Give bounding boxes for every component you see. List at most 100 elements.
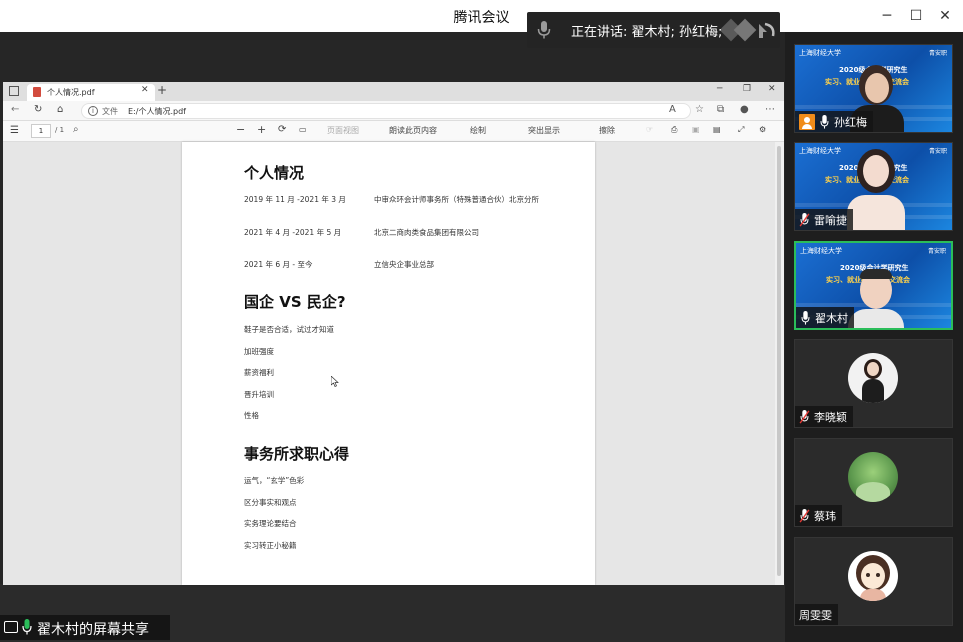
refresh-icon[interactable]: ↻ [34, 104, 42, 115]
print-icon[interactable]: ⎙ [671, 125, 677, 135]
participant-tile[interactable]: 上海财经大学 青安职 2020级会计学研究生 实习、就业经验分享交流会 雷喻捷 [794, 142, 953, 231]
scrollbar[interactable] [775, 142, 784, 585]
expand-icon[interactable]: ⤢ [738, 125, 744, 135]
rotate-icon[interactable]: ⟳ [278, 124, 286, 135]
experience-period: 2021 年 4 月 -2021 年 5 月 [244, 228, 342, 237]
section-title: 事务所求职心得 [244, 445, 350, 463]
experience-org: 北京二商肉类食品集团有限公司 [374, 228, 479, 237]
section-title: 国企 VS 民企? [244, 293, 346, 311]
pdf-page: 个人情况 2019 年 11 月 -2021 年 3 月 中审众环会计师事务所（… [182, 142, 595, 585]
back-icon[interactable]: ← [11, 104, 19, 115]
participant-name: 翟木村 [815, 311, 848, 325]
list-item: 运气，“玄学”色彩 [244, 476, 305, 485]
participant-tile[interactable]: 蔡玮 [794, 438, 953, 527]
url-text: E:/个人情况.pdf [128, 107, 186, 116]
favorite-icon[interactable]: ☆ [695, 104, 704, 115]
pdf-viewer: 个人情况 2019 年 11 月 -2021 年 3 月 中审众环会计师事务所（… [3, 142, 775, 585]
screen-share-icon [4, 621, 18, 633]
tab-title: 个人情况.pdf [47, 88, 95, 97]
settings-icon[interactable]: ⚙ [759, 125, 766, 134]
collections-icon[interactable]: ⧉ [717, 104, 724, 115]
read-aloud-button[interactable]: 朗读此页内容 [389, 125, 437, 136]
list-item: 实务理论要结合 [244, 519, 297, 528]
save-icon[interactable]: ▤ [713, 125, 721, 134]
participant-tile[interactable]: 李晓颖 [794, 339, 953, 428]
list-item: 实习转正小秘籍 [244, 541, 297, 550]
list-item: 区分事实和观点 [244, 498, 297, 507]
participant-name-tag: 翟木村 [796, 307, 854, 328]
page-total: / 1 [55, 126, 65, 134]
screen-share-label: 翟木村的屏幕共享 [0, 615, 170, 640]
participant-tile-active[interactable]: 上海财经大学 青安职 2020级会计学研究生 实习、就业经验分享交流会 翟木村 [794, 241, 953, 330]
window-menu-icon[interactable] [9, 86, 19, 96]
contents-icon[interactable]: ☰ [10, 125, 19, 136]
participant-name-tag: 孙红梅 [795, 111, 873, 132]
participants-panel: 上海财经大学 青安职 2020级会计学研究生 实习、就业经验分享交流会 孙红梅 [785, 32, 963, 642]
microphone-muted-icon [799, 508, 810, 523]
list-item: 晋升培训 [244, 390, 274, 399]
list-item: 性格 [244, 411, 259, 420]
draw-button[interactable]: 绘制 [470, 125, 486, 136]
experience-org: 立信央企事业总部 [374, 260, 434, 269]
page-view-button[interactable]: 页面视图 [327, 125, 359, 136]
browser-tab[interactable]: 个人情况.pdf ✕ [27, 84, 155, 101]
participant-name-tag: 雷喻捷 [795, 209, 853, 230]
banner-logo-right: 青安职 [928, 148, 947, 155]
scroll-thumb[interactable] [777, 146, 781, 576]
fit-page-icon[interactable]: ▭ [299, 125, 307, 134]
info-icon[interactable]: i [88, 106, 98, 116]
participant-tile[interactable]: 上海财经大学 青安职 2020级会计学研究生 实习、就业经验分享交流会 孙红梅 [794, 44, 953, 133]
microphone-icon [820, 114, 829, 129]
page-number-input[interactable]: 1 [31, 124, 51, 138]
maximize-button[interactable]: ☐ [905, 5, 927, 27]
title-bar: 腾讯会议 ─ ☐ ✕ [0, 0, 963, 32]
banner-logo-left: 上海财经大学 [799, 147, 841, 155]
pdf-toolbar: ☰ 1 / 1 ⌕ − + ⟳ ▭ 页面视图 朗读此页内容 绘制 突出显示 擦除… [3, 121, 784, 142]
pdf-file-icon [33, 87, 41, 97]
microphone-icon [22, 619, 32, 635]
address-bar: ← ↻ ⌂ i 文件 E:/个人情况.pdf A ☆ ⧉ ● ⋯ [3, 101, 784, 121]
list-item: 加班强度 [244, 347, 274, 356]
participant-name: 蔡玮 [814, 509, 836, 523]
home-icon[interactable]: ⌂ [57, 104, 63, 115]
browser-minimize-icon[interactable]: ─ [717, 84, 722, 94]
close-button[interactable]: ✕ [934, 5, 956, 27]
save-as-icon[interactable]: ▣ [692, 125, 700, 134]
microphone-icon [801, 310, 810, 325]
minimize-button[interactable]: ─ [876, 5, 898, 27]
banner-logo-left: 上海财经大学 [800, 247, 842, 255]
participant-name: 雷喻捷 [814, 213, 847, 227]
speaker-avatars-icon [721, 18, 775, 42]
avatar [848, 551, 898, 601]
zoom-in-icon[interactable]: + [257, 123, 266, 136]
highlight-button[interactable]: 突出显示 [528, 125, 560, 136]
avatar [848, 353, 898, 403]
read-view-icon[interactable]: A [669, 104, 676, 115]
microphone-icon [537, 21, 551, 39]
browser-window: 个人情况.pdf ✕ + ─ ❐ ✕ ← ↻ ⌂ i 文件 E:/个人情况.pd… [3, 82, 784, 585]
banner-logo-right: 青安职 [928, 50, 947, 57]
mouse-cursor-icon [331, 376, 339, 387]
more-icon[interactable]: ⋯ [765, 104, 775, 115]
microphone-muted-icon [799, 212, 810, 227]
touch-icon[interactable]: ☞ [646, 125, 653, 134]
erase-button[interactable]: 擦除 [599, 125, 615, 136]
tab-close-icon[interactable]: ✕ [141, 85, 149, 95]
experience-period: 2021 年 6 月 - 至今 [244, 260, 313, 269]
zoom-out-icon[interactable]: − [236, 123, 245, 136]
participant-name: 孙红梅 [834, 115, 867, 129]
new-tab-icon[interactable]: + [157, 83, 167, 97]
browser-close-icon[interactable]: ✕ [768, 84, 776, 94]
speaking-indicator: 正在讲话: 翟木村; 孙红梅; [527, 12, 780, 48]
tab-strip: 个人情况.pdf ✕ + ─ ❐ ✕ [3, 82, 784, 101]
browser-restore-icon[interactable]: ❐ [743, 84, 751, 94]
banner-logo-right: 青安职 [927, 248, 946, 255]
screen-share-owner: 翟木村的屏幕共享 [37, 622, 149, 638]
url-protocol-label: 文件 [102, 107, 118, 116]
profile-icon[interactable]: ● [740, 104, 749, 115]
experience-period: 2019 年 11 月 -2021 年 3 月 [244, 195, 346, 204]
url-field[interactable]: i 文件 E:/个人情况.pdf [81, 103, 691, 119]
participant-name-tag: 周雯雯 [795, 604, 838, 625]
participant-tile[interactable]: 周雯雯 [794, 537, 953, 626]
search-icon[interactable]: ⌕ [73, 124, 79, 135]
